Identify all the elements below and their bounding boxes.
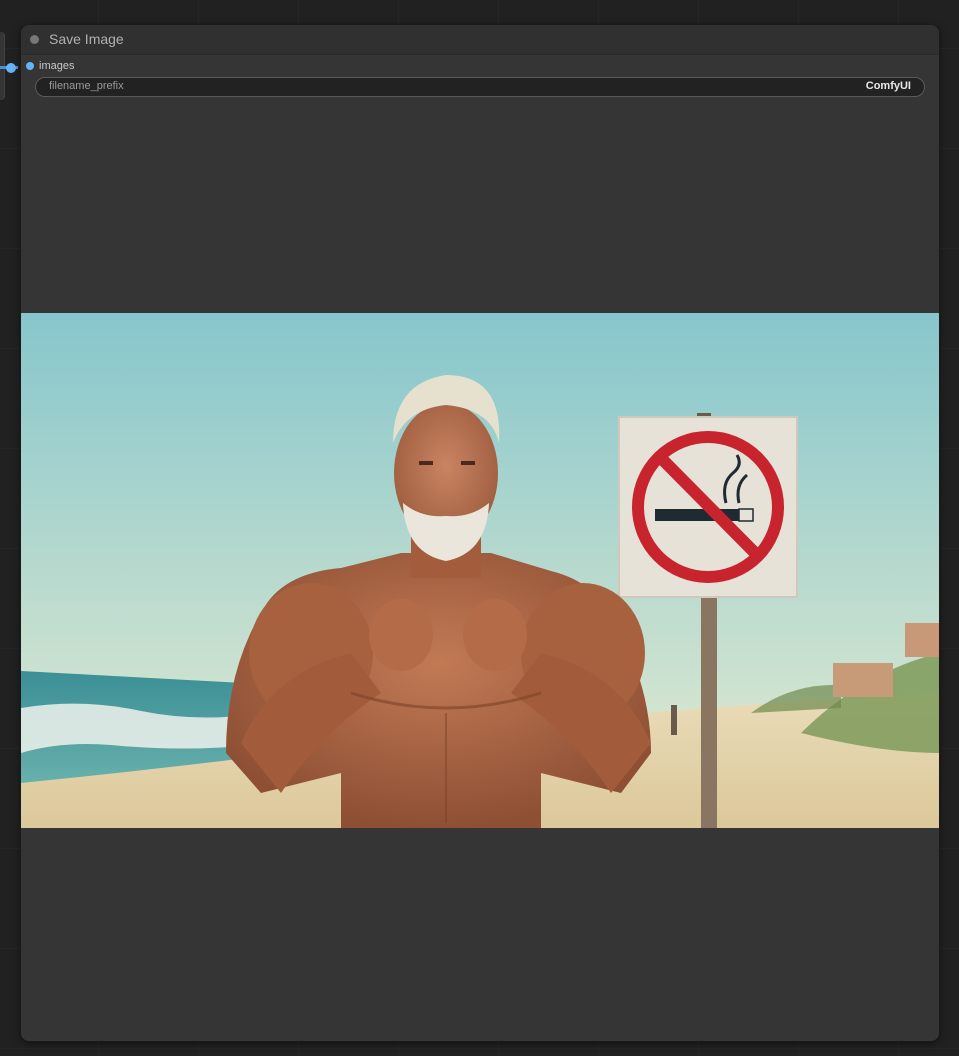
- save-image-node[interactable]: Save Image images filename_prefix ComfyU…: [21, 25, 939, 1041]
- photo-preview-icon: [21, 313, 939, 828]
- filename-prefix-widget[interactable]: filename_prefix ComfyUI: [35, 77, 925, 97]
- images-input-slot[interactable]: [26, 62, 34, 70]
- widget-value: ComfyUI: [865, 80, 911, 92]
- images-input-label: images: [39, 60, 75, 72]
- collapse-dot-icon[interactable]: [30, 35, 39, 44]
- link-endpoint-dot[interactable]: [6, 63, 16, 73]
- node-header[interactable]: Save Image: [21, 25, 939, 55]
- image-preview[interactable]: [21, 313, 939, 828]
- node-title: Save Image: [49, 31, 124, 47]
- widget-name: filename_prefix: [49, 80, 124, 92]
